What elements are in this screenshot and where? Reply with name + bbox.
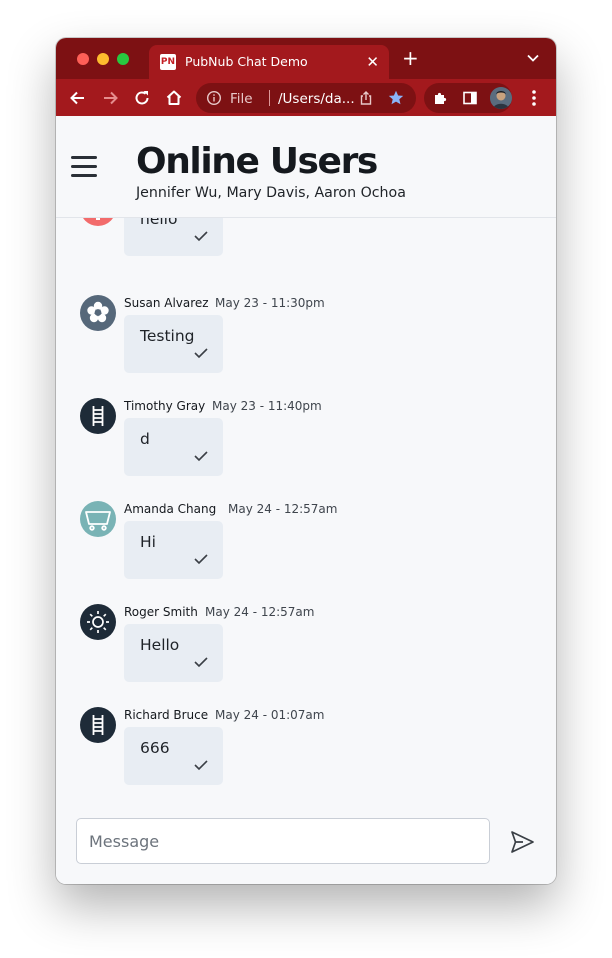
send-icon[interactable] — [509, 829, 535, 855]
message-time: May 24 - 12:57am — [228, 502, 338, 516]
message-time: May 24 - 12:57am — [205, 605, 315, 619]
message-item: Amanda Chang May 24 - 12:57am Hi — [56, 501, 556, 601]
read-check-icon — [194, 552, 208, 570]
reload-icon[interactable] — [132, 88, 152, 108]
flower-icon — [80, 295, 116, 331]
share-icon[interactable] — [358, 90, 374, 111]
message-input[interactable] — [76, 818, 490, 864]
side-panel-icon[interactable] — [462, 90, 478, 111]
read-check-icon — [194, 346, 208, 364]
message-item: Timothy Gray May 23 - 11:40pm d — [56, 398, 556, 498]
sender-name: Roger Smith — [124, 605, 198, 619]
message-time: May 24 - 01:07am — [215, 708, 325, 722]
message-text: Hi — [140, 533, 156, 551]
maximize-window-button[interactable] — [117, 53, 129, 65]
forward-arrow-icon[interactable] — [100, 88, 120, 108]
hamburger-menu-icon[interactable] — [71, 156, 97, 178]
bookmark-star-icon[interactable] — [387, 89, 405, 112]
read-check-icon — [194, 229, 208, 247]
message-text: Hello — [140, 636, 180, 654]
tab-strip: PN PubNub Chat Demo ✕ + — [56, 38, 556, 79]
message-text: 666 — [140, 739, 170, 757]
message-bubble: Hi — [124, 521, 223, 579]
user-avatar — [80, 218, 116, 226]
browser-tab[interactable]: PN PubNub Chat Demo ✕ — [149, 45, 389, 79]
url-divider — [269, 90, 270, 106]
message-list[interactable]: hello Susan Alvarez May 23 - 11:30pm Tes… — [56, 218, 556, 814]
puzzle-extension-icon[interactable] — [432, 90, 448, 111]
tab-search-chevron-icon[interactable] — [526, 51, 540, 70]
message-item: hello — [56, 218, 556, 298]
close-window-button[interactable] — [77, 53, 89, 65]
message-bubble: 666 — [124, 727, 223, 785]
sender-name: Amanda Chang — [124, 502, 217, 516]
info-icon[interactable] — [206, 90, 222, 111]
message-bubble: d — [124, 418, 223, 476]
message-bubble: Testing — [124, 315, 223, 373]
ladder-icon — [80, 398, 116, 434]
new-tab-icon[interactable]: + — [402, 47, 419, 69]
cart-icon — [80, 501, 116, 537]
address-bar[interactable]: File /Users/da... — [196, 83, 416, 113]
message-bubble: hello — [124, 218, 223, 256]
tab-title: PubNub Chat Demo — [185, 54, 308, 69]
message-item: Roger Smith May 24 - 12:57am Hello — [56, 604, 556, 704]
browser-menu-icon[interactable] — [530, 88, 538, 113]
message-time: May 23 - 11:30pm — [215, 296, 325, 310]
page-title: Online Users — [136, 141, 378, 182]
chat-app: Online Users Jennifer Wu, Mary Davis, Aa… — [56, 116, 556, 884]
message-text: hello — [140, 218, 178, 228]
browser-toolbar: File /Users/da... — [56, 79, 556, 116]
home-icon[interactable] — [164, 88, 184, 108]
chat-header: Online Users Jennifer Wu, Mary Davis, Aa… — [56, 116, 556, 218]
sender-name: Susan Alvarez — [124, 296, 209, 310]
read-check-icon — [194, 449, 208, 467]
browser-window: PN PubNub Chat Demo ✕ + File /Users/da..… — [56, 38, 556, 884]
message-bubble: Hello — [124, 624, 223, 682]
ladder-icon — [80, 707, 116, 743]
close-tab-icon[interactable]: ✕ — [366, 53, 379, 71]
sender-name: Timothy Gray — [124, 399, 206, 413]
url-text: /Users/da... — [278, 91, 355, 107]
message-text: d — [140, 430, 150, 448]
url-scheme: File — [230, 91, 253, 107]
message-text: Testing — [140, 327, 195, 345]
profile-avatar[interactable] — [490, 87, 512, 109]
message-item: Susan Alvarez May 23 - 11:30pm Testing — [56, 295, 556, 395]
back-arrow-icon[interactable] — [68, 88, 88, 108]
read-check-icon — [194, 758, 208, 776]
read-check-icon — [194, 655, 208, 673]
sender-name: Richard Bruce — [124, 708, 209, 722]
message-time: May 23 - 11:40pm — [212, 399, 322, 413]
favicon-icon: PN — [160, 54, 176, 70]
minimize-window-button[interactable] — [97, 53, 109, 65]
sun-icon — [80, 604, 116, 640]
message-composer — [56, 814, 556, 884]
message-item: Richard Bruce May 24 - 01:07am 666 — [56, 707, 556, 807]
online-users-list: Jennifer Wu, Mary Davis, Aaron Ochoa — [136, 185, 406, 201]
extensions-group — [424, 83, 512, 113]
